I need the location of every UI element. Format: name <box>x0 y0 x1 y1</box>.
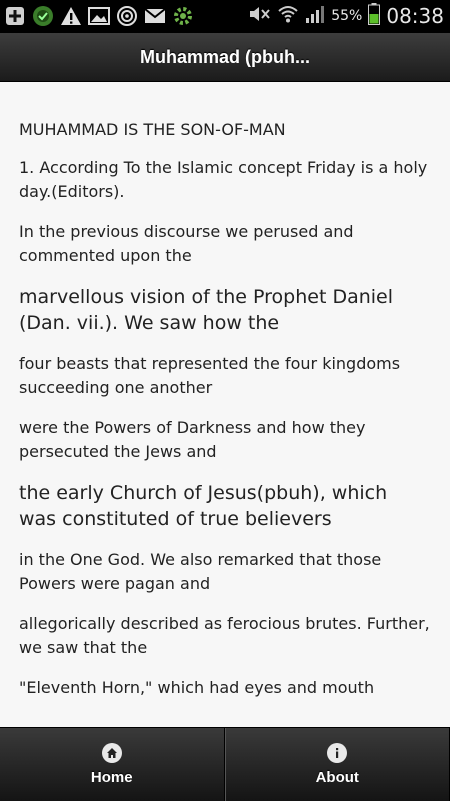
shield-icon <box>32 5 54 27</box>
image-icon <box>88 5 110 27</box>
status-bar: 55% 08:38 <box>0 0 450 33</box>
paragraph: four beasts that represented the four ki… <box>19 352 430 400</box>
article-scroll-view[interactable]: MUHAMMAD IS THE SON-OF-MAN 1. According … <box>0 82 450 727</box>
system-indicators: 55% 08:38 <box>247 3 444 29</box>
paragraph: 1. According To the Islamic concept Frid… <box>19 156 430 204</box>
plus-icon <box>4 5 26 27</box>
target-icon <box>116 5 138 27</box>
battery-icon <box>368 3 380 29</box>
paragraph: the early Church of Jesus(pbuh), which w… <box>19 480 430 532</box>
tab-home-label: Home <box>91 769 133 786</box>
gear-icon <box>172 5 194 27</box>
paragraph: "Eleventh Horn," which had eyes and mout… <box>19 676 430 700</box>
article-heading: MUHAMMAD IS THE SON-OF-MAN <box>19 118 430 142</box>
battery-percent: 55% <box>331 8 362 24</box>
wifi-icon <box>277 4 299 28</box>
paragraph: in the One God. We also remarked that th… <box>19 548 430 596</box>
info-icon <box>327 743 347 763</box>
mail-icon <box>144 5 166 27</box>
page-title: Muhammad (pbuh... <box>140 47 310 68</box>
paragraph: were the Powers of Darkness and how they… <box>19 416 430 464</box>
notification-icons <box>4 5 194 27</box>
paragraph: marvellous vision of the Prophet Daniel … <box>19 284 430 336</box>
tab-about[interactable]: About <box>225 728 450 801</box>
paragraph: In the previous discourse we perused and… <box>19 220 430 268</box>
bottom-tab-bar: Home About <box>0 727 450 801</box>
article-body: MUHAMMAD IS THE SON-OF-MAN 1. According … <box>0 82 450 700</box>
home-icon <box>102 743 122 763</box>
action-bar: Muhammad (pbuh... <box>0 33 450 82</box>
paragraph: allegorically described as ferocious bru… <box>19 612 430 660</box>
mute-icon <box>247 4 271 28</box>
warning-icon <box>60 5 82 27</box>
tab-home[interactable]: Home <box>0 728 225 801</box>
signal-icon <box>305 4 325 28</box>
clock: 08:38 <box>386 4 444 28</box>
tab-about-label: About <box>316 769 359 786</box>
